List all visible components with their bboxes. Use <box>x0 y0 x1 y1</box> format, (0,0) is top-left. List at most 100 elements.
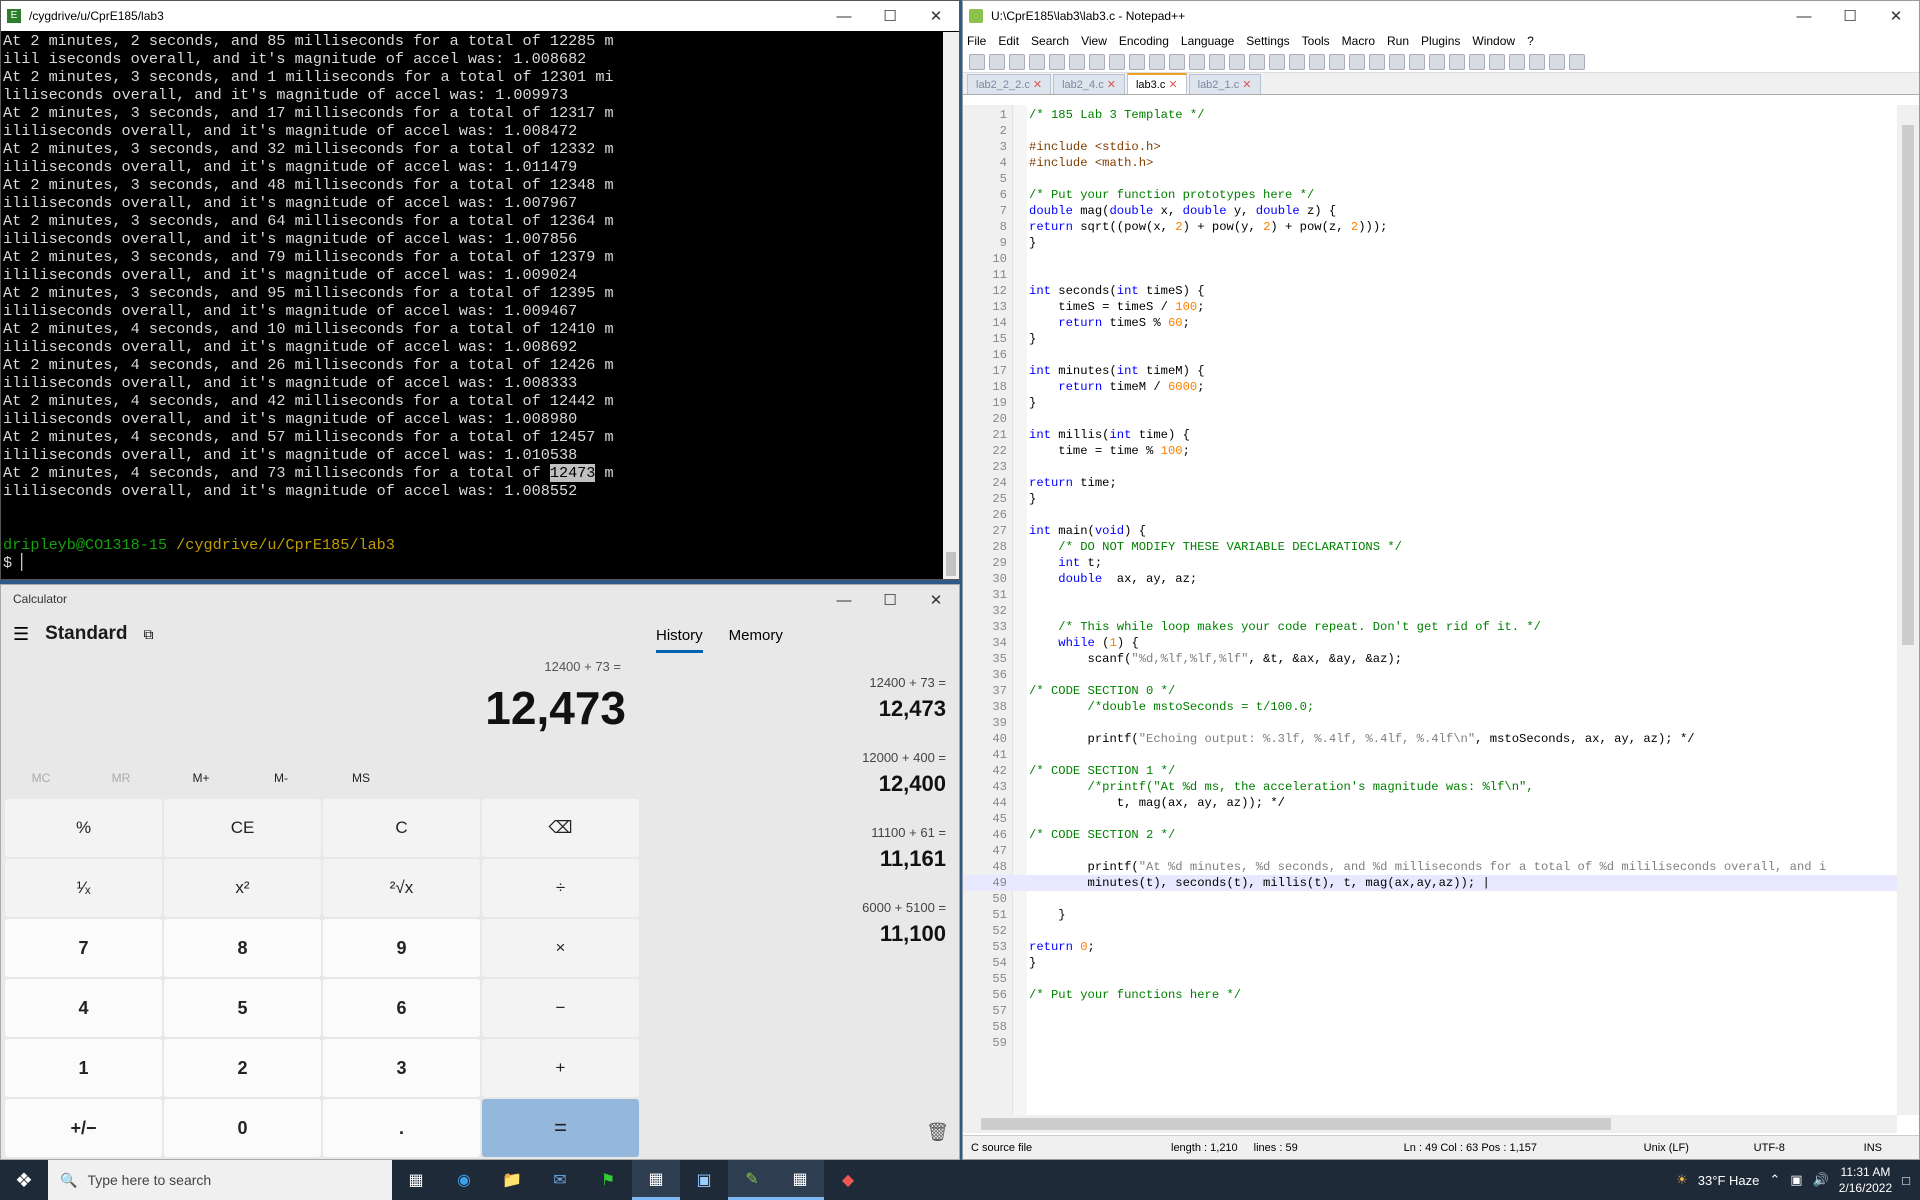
tray-chevron-icon[interactable]: ⌃ <box>1769 1172 1780 1188</box>
code-line[interactable]: 23 <box>963 459 1897 475</box>
code-line[interactable]: 34 while (1) { <box>963 635 1897 651</box>
history-item[interactable]: 11100 + 61 = 11,161 <box>641 825 946 872</box>
code-line[interactable]: 40 printf("Echoing output: %.3lf, %.4lf,… <box>963 731 1897 747</box>
undo-icon[interactable] <box>1169 53 1185 70</box>
code-line[interactable]: 54} <box>963 955 1897 971</box>
key-equals-button[interactable]: = <box>482 1099 639 1157</box>
close-icon[interactable] <box>1049 53 1065 70</box>
code-line[interactable]: 43 /*printf("At %d ms, the acceleration'… <box>963 779 1897 795</box>
editor-horizontal-scrollbar[interactable] <box>963 1115 1897 1133</box>
key-plus-button[interactable]: + <box>482 1039 639 1097</box>
replace-icon[interactable] <box>1229 53 1245 70</box>
task-view-icon[interactable]: ▦ <box>392 1160 440 1200</box>
code-line[interactable]: 25} <box>963 491 1897 507</box>
editor-vertical-scrollbar[interactable] <box>1897 105 1919 1115</box>
clock[interactable]: 11:31 AM 2/16/2022 <box>1839 1164 1892 1196</box>
menu-tools[interactable]: Tools <box>1302 34 1330 48</box>
memory-mminus-button[interactable]: M- <box>241 771 321 785</box>
weather-text[interactable]: 33°F Haze <box>1698 1173 1760 1188</box>
code-line[interactable]: 24 return time; <box>963 475 1897 491</box>
cut-icon[interactable] <box>1109 53 1125 70</box>
calculator-window[interactable]: Calculator — ☐ ✕ ☰ Standard ⧉ 12400 + 73… <box>0 584 960 1160</box>
copy-icon[interactable] <box>1129 53 1145 70</box>
paste-icon[interactable] <box>1149 53 1165 70</box>
menu-file[interactable]: File <box>967 34 986 48</box>
key-0-button[interactable]: 0 <box>164 1099 321 1157</box>
code-line[interactable]: 58 <box>963 1019 1897 1035</box>
code-line[interactable]: 22 time = time % 100; <box>963 443 1897 459</box>
volume-icon[interactable]: 🔊 <box>1813 1172 1829 1188</box>
code-line[interactable]: 27 int main(void) { <box>963 523 1897 539</box>
tab-lab3-c[interactable]: lab3.c ✕ <box>1126 73 1187 94</box>
menu-encoding[interactable]: Encoding <box>1119 34 1169 48</box>
code-line[interactable]: 44 t, mag(ax, ay, az)); */ <box>963 795 1897 811</box>
code-line[interactable]: 50 <box>963 891 1897 907</box>
show-all-icon[interactable] <box>1349 53 1365 70</box>
code-line[interactable]: 46 /* CODE SECTION 2 */ <box>963 827 1897 843</box>
tab-history[interactable]: History <box>656 627 703 653</box>
code-line[interactable]: 55 <box>963 971 1897 987</box>
doc-map-icon[interactable] <box>1409 53 1425 70</box>
sync-v-icon[interactable] <box>1289 53 1305 70</box>
code-line[interactable]: 19} <box>963 395 1897 411</box>
stop-icon[interactable] <box>1509 53 1525 70</box>
indent-guide-icon[interactable] <box>1369 53 1385 70</box>
calculator-titlebar[interactable]: Calculator — ☐ ✕ <box>1 585 959 613</box>
code-line[interactable]: 59 <box>963 1035 1897 1051</box>
print-icon[interactable] <box>1089 53 1105 70</box>
key-square-root-button[interactable]: ²√x <box>323 859 480 917</box>
menu-view[interactable]: View <box>1081 34 1107 48</box>
memory-mplus-button[interactable]: M+ <box>161 771 241 785</box>
code-line[interactable]: 37 /* CODE SECTION 0 */ <box>963 683 1897 699</box>
maximize-icon[interactable]: ☐ <box>1827 1 1873 31</box>
notepad-window[interactable]: U:\CprE185\lab3\lab3.c - Notepad++ — ☐ ✕… <box>962 0 1920 1160</box>
app-icon[interactable]: ⚑ <box>584 1160 632 1200</box>
minimize-icon[interactable]: — <box>1781 1 1827 31</box>
notification-icon[interactable]: □ <box>1902 1173 1910 1188</box>
code-line[interactable]: 12 int seconds(int timeS) { <box>963 283 1897 299</box>
code-line[interactable]: 4 #include <math.h> <box>963 155 1897 171</box>
monitor-icon[interactable] <box>1469 53 1485 70</box>
key-divide-button[interactable]: ÷ <box>482 859 639 917</box>
code-line[interactable]: 17 int minutes(int timeM) { <box>963 363 1897 379</box>
close-tab-icon[interactable]: ✕ <box>1030 79 1042 91</box>
code-line[interactable]: 1 /* 185 Lab 3 Template */ <box>963 107 1897 123</box>
key-minus-button[interactable]: − <box>482 979 639 1037</box>
code-line[interactable]: 53 return 0; <box>963 939 1897 955</box>
key-multiply-button[interactable]: × <box>482 919 639 977</box>
terminal-prompt[interactable]: $ ▏ <box>3 554 941 572</box>
minimize-icon[interactable]: — <box>821 1 867 31</box>
history-item[interactable]: 6000 + 5100 = 11,100 <box>641 900 946 947</box>
lang-icon[interactable] <box>1389 53 1405 70</box>
close-icon[interactable]: ✕ <box>913 585 959 615</box>
close-all-icon[interactable] <box>1069 53 1085 70</box>
find-icon[interactable] <box>1209 53 1225 70</box>
key-5-button[interactable]: 5 <box>164 979 321 1037</box>
code-line[interactable]: 26 <box>963 507 1897 523</box>
code-line[interactable]: 57 <box>963 1003 1897 1019</box>
code-line[interactable]: 41 <box>963 747 1897 763</box>
maximize-icon[interactable]: ☐ <box>867 1 913 31</box>
save-icon[interactable] <box>1009 53 1025 70</box>
code-line[interactable]: 30 double ax, ay, az; <box>963 571 1897 587</box>
code-line[interactable]: 2 <box>963 123 1897 139</box>
menu-macro[interactable]: Macro <box>1342 34 1375 48</box>
terminal-scrollbar[interactable] <box>943 32 959 579</box>
save-all-icon[interactable] <box>1029 53 1045 70</box>
menu-run[interactable]: Run <box>1387 34 1409 48</box>
key-9-button[interactable]: 9 <box>323 919 480 977</box>
record-icon[interactable] <box>1489 53 1505 70</box>
play-multi-icon[interactable] <box>1549 53 1565 70</box>
menu-search[interactable]: Search <box>1031 34 1069 48</box>
key-2-button[interactable]: 2 <box>164 1039 321 1097</box>
tab-memory[interactable]: Memory <box>729 627 783 653</box>
memory-ms-button[interactable]: MS <box>321 771 401 785</box>
minimize-icon[interactable]: — <box>821 585 867 615</box>
windows-start-icon[interactable]: ❖ <box>0 1160 48 1200</box>
code-line[interactable]: 10 <box>963 251 1897 267</box>
folder-icon[interactable] <box>1449 53 1465 70</box>
play-icon[interactable] <box>1529 53 1545 70</box>
code-line[interactable]: 5 <box>963 171 1897 187</box>
memory-mr-button[interactable]: MR <box>81 771 161 785</box>
close-icon[interactable]: ✕ <box>913 1 959 31</box>
